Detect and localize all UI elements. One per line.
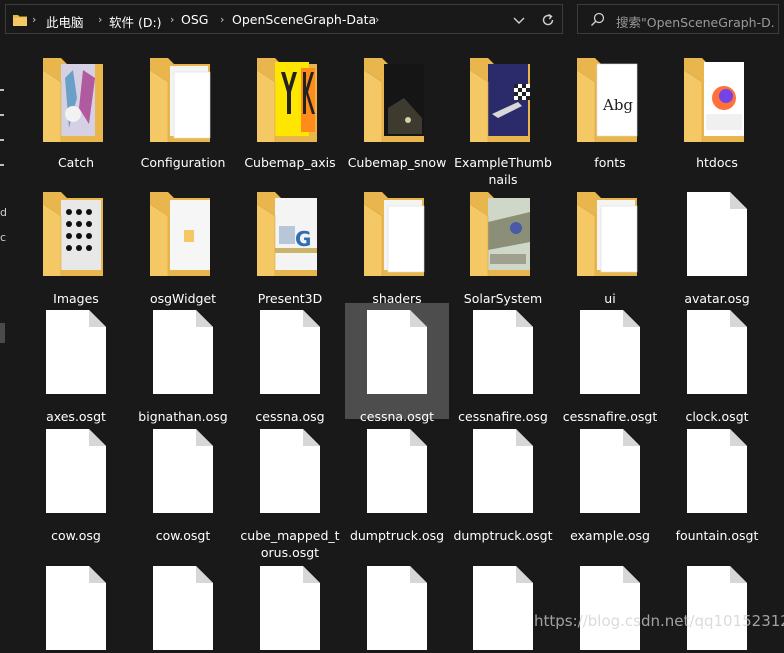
folder-icon	[576, 192, 643, 276]
folder-icon: G	[256, 192, 323, 276]
item-label: SolarSystem	[463, 291, 543, 306]
folder-icon: Abg	[576, 58, 643, 142]
item-label: clock.osgt	[685, 409, 749, 424]
item-label: example.osg	[570, 528, 650, 543]
file-icon	[577, 566, 643, 650]
item-label: cessna.osgt	[359, 409, 435, 424]
item-label: Configuration	[140, 155, 226, 170]
item-label: dumptruck.osg	[349, 528, 445, 543]
file-icon	[470, 429, 536, 513]
item-label: cessnafire.osgt	[562, 409, 658, 424]
folder-icon	[149, 192, 216, 276]
file-icon	[43, 566, 109, 650]
file-icon	[257, 566, 323, 650]
chevron-right-icon: ›	[98, 13, 103, 26]
item-label: Images	[53, 291, 99, 306]
item-label: Present3D	[257, 291, 323, 306]
item-label: avatar.osg	[684, 291, 750, 306]
folder-icon	[683, 58, 750, 142]
file-icon	[684, 429, 750, 513]
refresh-icon[interactable]	[539, 11, 557, 29]
search-icon	[591, 12, 605, 26]
file-icon	[43, 429, 109, 513]
item-label: cessnafire.osg	[458, 409, 548, 424]
item-label: cessna.osg	[255, 409, 325, 424]
item-label: Cubemap_snow	[347, 155, 447, 170]
item-label: cow.osgt	[155, 528, 211, 543]
folder-icon	[256, 58, 323, 142]
file-icon	[150, 310, 216, 394]
file-icon	[257, 429, 323, 513]
item-label: Catch	[57, 155, 95, 170]
watermark: https://blog.csdn.net/qq1015231295	[534, 612, 784, 630]
item-label: cube_mapped_torus.osgt	[240, 528, 340, 560]
file-icon	[364, 310, 430, 394]
file-icon	[364, 429, 430, 513]
file-icon	[150, 429, 216, 513]
file-item[interactable]: cessna.osgt	[345, 303, 449, 424]
chevron-down-icon[interactable]	[511, 11, 527, 29]
folder-icon	[469, 58, 536, 142]
item-label: dumptruck.osgt	[453, 528, 553, 543]
svg-text:Abg: Abg	[602, 96, 633, 114]
folder-icon	[13, 15, 27, 26]
file-icon	[684, 566, 750, 650]
svg-text:G: G	[295, 227, 311, 251]
file-icon	[257, 310, 323, 394]
file-icon	[150, 566, 216, 650]
item-label: fonts	[594, 155, 626, 170]
item-label: osgWidget	[149, 291, 217, 306]
file-icon	[577, 310, 643, 394]
item-label: Cubemap_axis	[244, 155, 336, 170]
file-icon	[577, 429, 643, 513]
search-box[interactable]: 搜索"OpenSceneGraph-D...	[577, 4, 779, 34]
chevron-right-icon: ›	[375, 13, 380, 26]
folder-icon	[363, 192, 430, 276]
file-icon	[43, 310, 109, 394]
file-icon	[470, 310, 536, 394]
breadcrumb-this-pc[interactable]: 此电脑	[46, 12, 84, 31]
chevron-right-icon: ›	[170, 13, 175, 26]
item-label: fountain.osgt	[675, 528, 759, 543]
folder-icon	[42, 192, 109, 276]
file-icon	[470, 566, 536, 650]
item-label: htdocs	[696, 155, 738, 170]
breadcrumb-osg[interactable]: OSG	[181, 12, 208, 27]
chevron-right-icon: ›	[220, 13, 225, 26]
file-icon	[364, 566, 430, 650]
folder-icon	[363, 58, 430, 142]
item-label: ui	[604, 291, 616, 306]
breadcrumb-current-folder[interactable]: OpenSceneGraph-Data	[232, 12, 376, 27]
file-icon	[684, 192, 750, 276]
folder-icon	[469, 192, 536, 276]
search-placeholder: 搜索"OpenSceneGraph-D...	[616, 15, 776, 30]
item-label: cow.osg	[51, 528, 101, 543]
item-label: ExampleThumbnails	[454, 155, 552, 187]
address-bar[interactable]: › 此电脑 › 软件 (D:) › OSG › OpenSceneGraph-D…	[5, 4, 563, 34]
item-label: bignathan.osg	[138, 409, 228, 424]
address-toolbar: › 此电脑 › 软件 (D:) › OSG › OpenSceneGraph-D…	[0, 0, 784, 40]
item-label: axes.osgt	[46, 409, 106, 424]
file-icon	[684, 310, 750, 394]
folder-icon	[42, 58, 109, 142]
breadcrumb-drive-d[interactable]: 软件 (D:)	[109, 12, 162, 31]
folder-icon	[149, 58, 216, 142]
navigation-pane-edge[interactable]: d c	[0, 40, 8, 642]
chevron-right-icon: ›	[32, 13, 37, 26]
